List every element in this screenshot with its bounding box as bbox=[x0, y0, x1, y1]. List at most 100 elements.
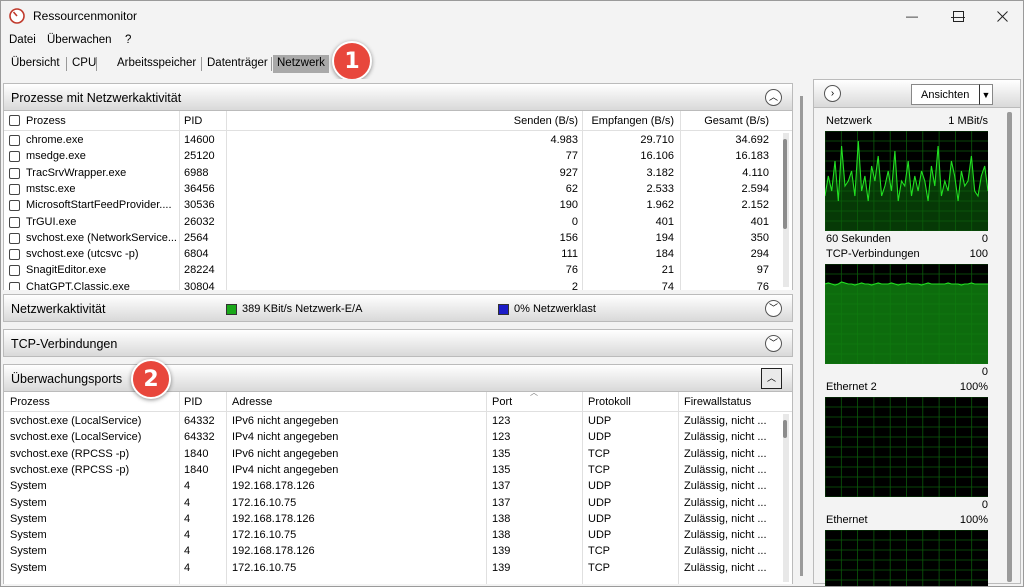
port-row[interactable]: System 4 172.16.10.75 138 UDP Zulässig, nicht… bbox=[4, 528, 779, 544]
graph-pane-scrollbar[interactable] bbox=[1007, 112, 1012, 582]
process-name: SnagitEditor.exe bbox=[26, 264, 107, 277]
menu-datei[interactable]: Datei bbox=[9, 34, 36, 46]
port-row[interactable]: System 4 172.16.10.75 137 UDP Zulässig, nicht… bbox=[4, 496, 779, 512]
process-row[interactable]: svchost.exe (NetworkService... 2564 156 194… bbox=[4, 231, 779, 247]
col-firewallstatus[interactable]: Firewallstatus bbox=[684, 392, 751, 412]
process-checkbox[interactable] bbox=[9, 281, 20, 290]
process-pid: 2564 bbox=[184, 231, 209, 244]
process-checkbox[interactable] bbox=[9, 200, 20, 212]
tcp-section-header[interactable]: TCP-Verbindungen ﹀ bbox=[3, 329, 793, 357]
process-total: 294 bbox=[750, 248, 769, 261]
col-empfangen[interactable]: Empfangen (B/s) bbox=[584, 111, 674, 131]
views-dropdown-arrow[interactable]: ▼ bbox=[979, 84, 993, 105]
process-checkbox[interactable] bbox=[9, 265, 20, 277]
port-process: System bbox=[10, 561, 47, 574]
port-firewall-status: Zulässig, nicht ... bbox=[684, 463, 767, 476]
process-row[interactable]: MicrosoftStartFeedProvider.... 30536 190 1.… bbox=[4, 198, 779, 214]
col-pid[interactable]: PID bbox=[184, 392, 202, 412]
scrollbar-thumb[interactable] bbox=[783, 420, 787, 438]
graph-pane: › Ansichten ▼ Netzwerk 1 MBit/s 60 Sekun… bbox=[813, 79, 1021, 586]
callout-badge-1: 1 bbox=[332, 41, 372, 81]
port-number: 137 bbox=[492, 480, 511, 493]
process-checkbox[interactable] bbox=[9, 167, 20, 179]
left-pane: Prozesse mit Netzwerkaktivität ︿ Prozess… bbox=[3, 79, 793, 584]
menu-help[interactable]: ? bbox=[125, 34, 131, 46]
port-row[interactable]: System 4 172.16.10.75 139 TCP Zulässig, nicht… bbox=[4, 561, 779, 577]
processes-section-header[interactable]: Prozesse mit Netzwerkaktivität ︿ bbox=[3, 83, 793, 111]
maximize-btn[interactable] bbox=[935, 1, 981, 31]
process-received: 184 bbox=[655, 248, 674, 261]
process-checkbox[interactable] bbox=[9, 135, 20, 146]
process-checkbox[interactable] bbox=[9, 151, 20, 163]
tab-uebersicht[interactable]: Übersicht bbox=[7, 55, 64, 73]
port-row[interactable]: System 4 192.168.178.126 137 UDP Zulässig, ni… bbox=[4, 479, 779, 495]
ports-section-header[interactable]: Überwachungsports ︿ bbox=[3, 364, 793, 392]
tcp-section-title: TCP-Verbindungen bbox=[11, 337, 118, 351]
process-row[interactable]: TrGUI.exe 26032 0 401 401 bbox=[4, 215, 779, 231]
minimize-btn[interactable]: — bbox=[889, 1, 935, 31]
graph-ethernet2 bbox=[825, 397, 988, 497]
port-row[interactable]: System 4 192.168.178.126 138 UDP Zulässig, ni… bbox=[4, 512, 779, 528]
scrollbar-thumb[interactable] bbox=[783, 139, 787, 229]
process-row[interactable]: mstsc.exe 36456 62 2.533 2.594 bbox=[4, 182, 779, 198]
port-protocol: TCP bbox=[588, 447, 610, 460]
process-checkbox[interactable] bbox=[9, 183, 20, 195]
graph-ethernet2-title: Ethernet 2 bbox=[826, 381, 877, 393]
collapse-processes-button[interactable]: ︿ bbox=[765, 89, 782, 106]
process-total: 2.594 bbox=[741, 182, 769, 195]
process-row[interactable]: ChatGPT.Classic.exe 30804 2 74 76 bbox=[4, 280, 779, 290]
process-row[interactable]: msedge.exe 25120 77 16.106 16.183 bbox=[4, 149, 779, 165]
col-protokoll[interactable]: Protokoll bbox=[588, 392, 631, 412]
process-row[interactable]: SnagitEditor.exe 28224 76 21 97 bbox=[4, 263, 779, 279]
tab-datentraeger[interactable]: Datenträger bbox=[203, 55, 272, 73]
col-adresse[interactable]: Adresse bbox=[232, 392, 272, 412]
port-protocol: UDP bbox=[588, 431, 612, 444]
port-process: svchost.exe (RPCSS -p) bbox=[10, 463, 130, 476]
port-firewall-status: Zulässig, nicht ... bbox=[684, 545, 767, 558]
process-checkbox[interactable] bbox=[9, 232, 20, 244]
tab-netzwerk[interactable]: Netzwerk bbox=[273, 55, 329, 73]
splitter-handle[interactable] bbox=[800, 96, 803, 576]
expand-tcp-button[interactable]: ﹀ bbox=[765, 335, 782, 352]
processes-scrollbar[interactable] bbox=[783, 133, 789, 287]
port-pid: 64332 bbox=[184, 431, 215, 444]
port-row[interactable]: svchost.exe (RPCSS -p) 1840 IPv4 nicht ang… bbox=[4, 463, 779, 479]
ports-scrollbar[interactable] bbox=[783, 414, 789, 582]
port-row[interactable]: System 4 192.168.178.126 139 TCP Zulässig, ni… bbox=[4, 544, 779, 560]
port-number: 137 bbox=[492, 496, 511, 509]
process-received: 1.962 bbox=[646, 199, 674, 212]
col-prozess[interactable]: Prozess bbox=[26, 111, 66, 131]
process-received: 194 bbox=[655, 231, 674, 244]
port-row[interactable]: svchost.exe (LocalService) 64332 IPv6 nich… bbox=[4, 414, 779, 430]
process-sent: 190 bbox=[559, 199, 578, 212]
process-row[interactable]: TracSrvWrapper.exe 6988 927 3.182 4.110 bbox=[4, 166, 779, 182]
process-name: chrome.exe bbox=[26, 134, 84, 146]
process-row[interactable]: chrome.exe 14600 4.983 29.710 34.692 bbox=[4, 133, 779, 149]
process-checkbox[interactable] bbox=[9, 249, 20, 261]
process-sent: 4.983 bbox=[550, 134, 578, 146]
process-row[interactable]: svchost.exe (utcsvc -p) 6804 111 184 294 bbox=[4, 247, 779, 263]
collapse-ports-button[interactable]: ︿ bbox=[761, 368, 782, 389]
close-btn[interactable] bbox=[979, 1, 1023, 31]
port-firewall-status: Zulässig, nicht ... bbox=[684, 415, 767, 427]
menu-ueberwachen[interactable]: Überwachen bbox=[47, 34, 112, 46]
process-sent: 111 bbox=[561, 248, 578, 261]
port-address: 172.16.10.75 bbox=[232, 529, 297, 542]
ports-table-header: Prozess PID Adresse Port Protokoll Firew… bbox=[4, 392, 792, 412]
tab-arbeitsspeicher[interactable]: Arbeitsspeicher bbox=[113, 55, 200, 73]
port-protocol: UDP bbox=[588, 415, 612, 427]
tab-separator bbox=[66, 57, 67, 71]
port-row[interactable]: svchost.exe (LocalService) 64332 IPv4 nich… bbox=[4, 430, 779, 446]
select-all-checkbox[interactable] bbox=[9, 115, 20, 126]
expand-network-activity-button[interactable]: ﹀ bbox=[765, 300, 782, 317]
port-firewall-status: Zulässig, nicht ... bbox=[684, 512, 767, 525]
col-port[interactable]: Port bbox=[492, 392, 512, 412]
network-activity-section-header[interactable]: Netzwerkaktivität 389 KBit/s Netzwerk-E/… bbox=[3, 294, 793, 322]
port-row[interactable]: svchost.exe (RPCSS -p) 1840 IPv6 nicht ang… bbox=[4, 447, 779, 463]
col-senden[interactable]: Senden (B/s) bbox=[494, 111, 578, 131]
process-name: MicrosoftStartFeedProvider.... bbox=[26, 199, 172, 212]
collapse-graph-pane-button[interactable]: › bbox=[824, 85, 841, 102]
process-checkbox[interactable] bbox=[9, 216, 20, 228]
col-prozess[interactable]: Prozess bbox=[10, 392, 50, 412]
col-pid[interactable]: PID bbox=[184, 111, 202, 131]
